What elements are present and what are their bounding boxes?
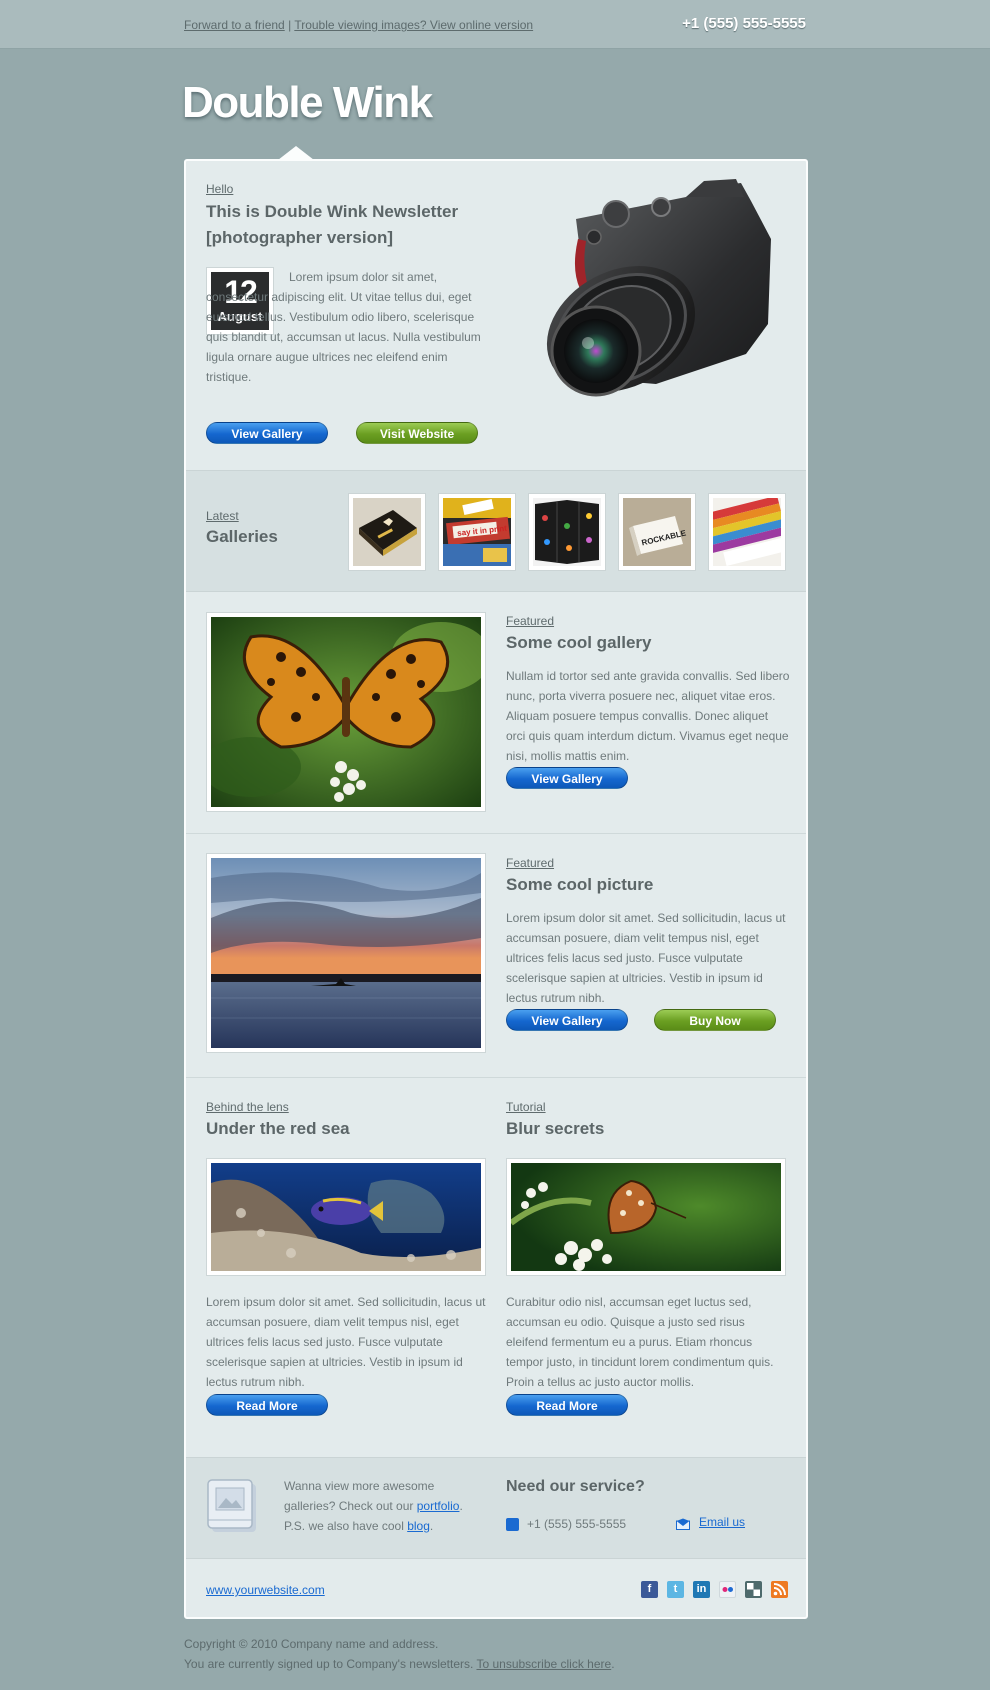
more-galleries-text: Wanna view more awesome galleries? Check…	[284, 1476, 480, 1536]
blur-butterfly-photo	[509, 1163, 781, 1271]
left-col-eyebrow[interactable]: Behind the lens	[206, 1100, 289, 1114]
hero-view-gallery-button[interactable]: View Gallery	[206, 422, 328, 444]
latest-galleries-band: Latest Galleries say it in print ROCKABL…	[186, 470, 806, 592]
view-online-link[interactable]: Trouble viewing images? View online vers…	[294, 18, 533, 32]
featured-gallery-body: Nullam id tortor sed ante gravida conval…	[506, 669, 790, 763]
facebook-icon[interactable]: f	[641, 1581, 658, 1598]
linkedin-icon[interactable]: in	[693, 1581, 710, 1598]
hero-title: This is Double Wink Newsletter [photogra…	[206, 199, 486, 251]
newsletter-card: Hello This is Double Wink Newsletter [ph…	[184, 159, 808, 1619]
top-links: Forward to a friend | Trouble viewing im…	[184, 18, 533, 32]
unsubscribe-link[interactable]: To unsubscribe click here	[476, 1657, 611, 1671]
featured-picture-eyebrow[interactable]: Featured	[506, 856, 554, 870]
gallery-thumb-3-image	[533, 498, 601, 566]
signup-text: You are currently signed up to Company's…	[184, 1657, 615, 1671]
featured-picture-section: Featured Some cool picture Lorem ipsum d…	[186, 834, 806, 1074]
featured-picture-body: Lorem ipsum dolor sit amet. Sed sollicit…	[506, 911, 786, 1005]
more-text-3: .	[429, 1519, 434, 1533]
hero-eyebrow[interactable]: Hello	[206, 182, 233, 196]
right-col-eyebrow[interactable]: Tutorial	[506, 1100, 546, 1114]
gallery-thumb-4[interactable]: ROCKABLE	[618, 493, 696, 571]
visit-website-button[interactable]: Visit Website	[356, 422, 478, 444]
flickr-icon[interactable]	[719, 1581, 736, 1598]
portfolio-link[interactable]: portfolio	[417, 1499, 460, 1513]
left-col-title: Under the red sea	[206, 1119, 350, 1138]
website-link[interactable]: www.yourwebsite.com	[206, 1583, 325, 1597]
hero-title-line2: [photographer version]	[206, 228, 394, 247]
blog-link[interactable]: blog	[407, 1519, 430, 1533]
right-col-photo[interactable]	[506, 1158, 786, 1276]
right-read-more-button[interactable]: Read More	[506, 1394, 628, 1416]
gallery-thumb-1-image	[353, 498, 421, 566]
featured-gallery-eyebrow[interactable]: Featured	[506, 614, 554, 628]
gallery-thumb-4-image: ROCKABLE	[623, 498, 691, 566]
email-us-link[interactable]: Email us	[699, 1515, 745, 1529]
two-column-section: Behind the lens Under the red sea Lorem …	[186, 1078, 806, 1457]
camera-icon	[546, 179, 771, 397]
featured-gallery-button[interactable]: View Gallery	[506, 767, 628, 789]
gallery-book-icon	[207, 1479, 256, 1532]
more-text-1: Wanna view more awesome galleries? Check…	[284, 1479, 435, 1513]
service-phone: +1 (555) 555-5555	[527, 1517, 627, 1531]
left-col-body: Lorem ipsum dolor sit amet. Sed sollicit…	[206, 1295, 486, 1389]
gallery-thumb-5[interactable]	[703, 493, 787, 571]
featured-gallery-photo[interactable]	[201, 612, 491, 812]
gallery-thumb-5-image	[703, 495, 787, 566]
service-title: Need our service?	[506, 1478, 645, 1495]
rss-icon[interactable]	[771, 1581, 788, 1598]
gallery-thumb-3[interactable]	[528, 493, 606, 571]
left-col-photo[interactable]	[206, 1158, 486, 1276]
phone-icon	[506, 1518, 519, 1531]
right-col-body: Curabitur odio nisl, accumsan eget luctu…	[506, 1295, 774, 1389]
butterfly-photo	[201, 617, 491, 807]
right-col-title: Blur secrets	[506, 1119, 605, 1138]
top-bar: Forward to a friend | Trouble viewing im…	[0, 0, 990, 49]
featured-picture-gallery-button[interactable]: View Gallery	[506, 1009, 628, 1031]
header-phone: +1 (555) 555-5555	[682, 15, 806, 32]
forward-link[interactable]: Forward to a friend	[184, 18, 285, 32]
buy-now-button[interactable]: Buy Now	[654, 1009, 776, 1031]
hero-title-line1: This is Double Wink Newsletter	[206, 202, 459, 221]
delicious-icon[interactable]	[745, 1581, 762, 1598]
twitter-icon[interactable]: t	[667, 1581, 684, 1598]
top-separator: |	[288, 18, 292, 32]
reef-photo	[211, 1163, 481, 1271]
brand-logo[interactable]: Double Wink	[182, 78, 433, 128]
gallery-thumb-1[interactable]	[348, 493, 426, 571]
hero-section: Hello This is Double Wink Newsletter [ph…	[186, 161, 806, 470]
hero-body: Lorem ipsum dolor sit amet, consectetur …	[206, 270, 481, 384]
featured-gallery-title: Some cool gallery	[506, 633, 652, 652]
left-read-more-button[interactable]: Read More	[206, 1394, 328, 1416]
signup-period: .	[611, 1657, 615, 1671]
featured-picture-photo[interactable]	[206, 853, 486, 1053]
logo-pointer	[278, 146, 314, 160]
galleries-eyebrow[interactable]: Latest	[206, 509, 239, 523]
sunset-photo	[211, 858, 481, 1048]
featured-picture-title: Some cool picture	[506, 875, 654, 894]
more-galleries-band: Wanna view more awesome galleries? Check…	[186, 1457, 806, 1559]
email-icon	[676, 1518, 690, 1530]
gallery-thumb-2-image: say it in print	[443, 498, 511, 566]
copyright-text: Copyright © 2010 Company name and addres…	[184, 1637, 439, 1651]
gallery-thumb-2[interactable]: say it in print	[438, 493, 516, 571]
galleries-title: Galleries	[206, 527, 278, 546]
signed-up-text: You are currently signed up to Company's…	[184, 1657, 474, 1671]
featured-gallery-section: Featured Some cool gallery Nullam id tor…	[186, 592, 806, 833]
